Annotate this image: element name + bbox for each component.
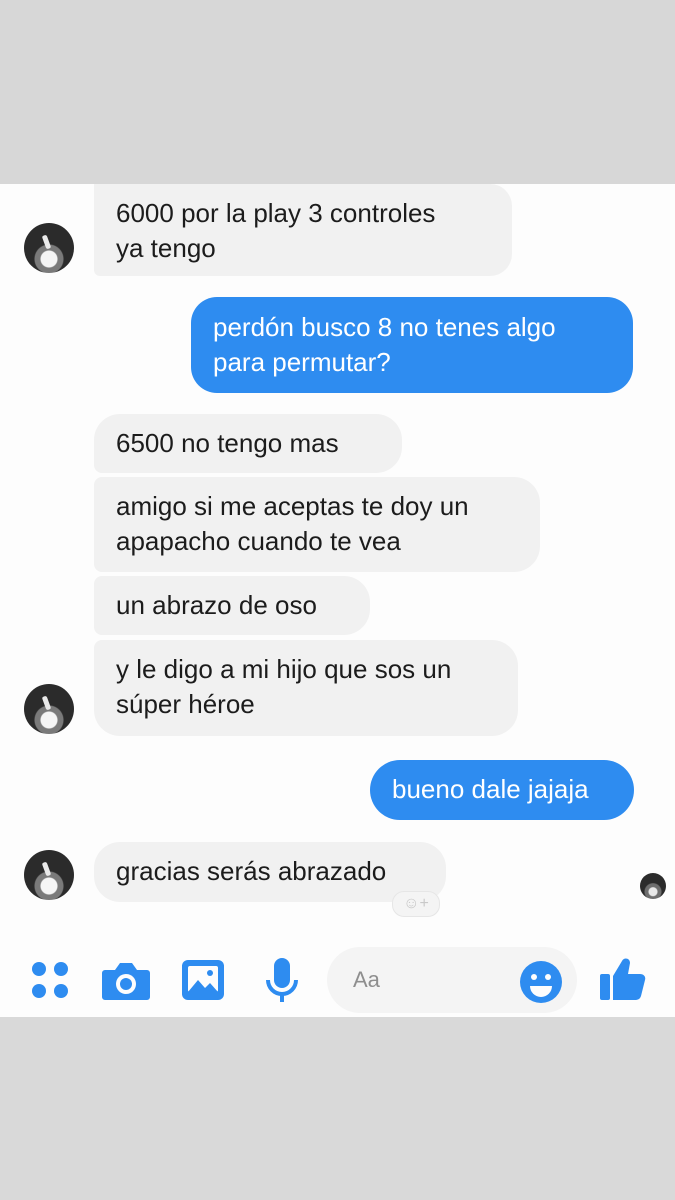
message-bubble-incoming[interactable]: un abrazo de oso <box>94 576 370 635</box>
seen-avatar <box>640 873 666 899</box>
message-line: bueno dale jajaja <box>392 774 589 804</box>
more-dots-icon[interactable] <box>28 958 72 1002</box>
message-bubble-outgoing[interactable]: perdón busco 8 no tenes algo para permut… <box>191 297 633 393</box>
contact-avatar[interactable] <box>24 684 74 734</box>
message-line: un abrazo de oso <box>116 590 317 620</box>
message-bubble-incoming[interactable]: 6000 por la play 3 controles ya tengo <box>94 184 512 276</box>
microphone-icon[interactable] <box>262 956 302 1006</box>
message-line: 6000 por la play 3 controles <box>116 198 436 228</box>
contact-avatar[interactable] <box>24 850 74 900</box>
emoji-icon[interactable] <box>519 960 563 1004</box>
message-line: perdón busco 8 no tenes algo <box>213 312 556 342</box>
message-line: ya tengo <box>116 233 216 263</box>
message-line: y le digo a mi hijo que sos un <box>116 654 452 684</box>
message-line: súper héroe <box>116 689 255 719</box>
thumbs-up-icon[interactable] <box>598 954 646 1002</box>
message-bubble-incoming[interactable]: y le digo a mi hijo que sos un súper hér… <box>94 640 518 736</box>
message-bubble-incoming[interactable]: gracias serás abrazado <box>94 842 446 902</box>
camera-icon[interactable] <box>101 958 151 1002</box>
composer-toolbar: Aa <box>0 944 675 1017</box>
message-bubble-incoming[interactable]: amigo si me aceptas te doy un apapacho c… <box>94 477 540 572</box>
story-frame-top <box>0 0 675 184</box>
message-bubble-incoming[interactable]: 6500 no tengo mas <box>94 414 402 473</box>
chat-thread: 6000 por la play 3 controles ya tengo pe… <box>0 184 675 1017</box>
message-input-placeholder: Aa <box>353 967 380 992</box>
contact-avatar[interactable] <box>24 223 74 273</box>
message-bubble-outgoing[interactable]: bueno dale jajaja <box>370 760 634 820</box>
add-reaction-icon[interactable]: ☺+ <box>392 891 440 917</box>
message-line: apapacho cuando te vea <box>116 526 401 556</box>
message-line: gracias serás abrazado <box>116 856 387 886</box>
message-line: amigo si me aceptas te doy un <box>116 491 469 521</box>
message-line: para permutar? <box>213 347 391 377</box>
gallery-icon[interactable] <box>180 958 226 1002</box>
story-frame-bottom <box>0 1017 675 1200</box>
message-line: 6500 no tengo mas <box>116 428 339 458</box>
